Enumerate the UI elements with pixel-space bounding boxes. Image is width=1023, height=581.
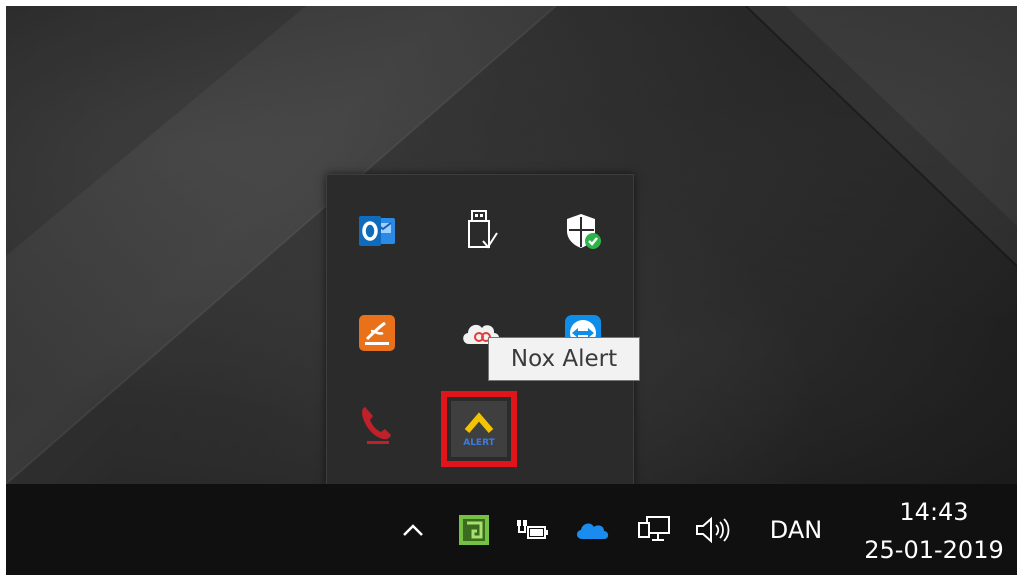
nox-alert-icon: ALERT [463,412,496,448]
taskbar: DAN 14:43 25-01-2019 [6,484,1017,575]
green-app-icon [459,514,489,545]
desktop-frame: ALERT Nox Alert DAN 14:43 25-01-2019 [6,6,1017,575]
chevron-up-icon [403,523,423,536]
volume-button[interactable] [690,484,736,575]
office-upload-icon [359,315,395,351]
windows-security-icon [567,214,601,249]
clock-time: 14:43 [899,498,969,526]
clock[interactable]: 14:43 25-01-2019 [856,494,1012,570]
phone-icon [362,407,391,444]
power-status-button[interactable] [512,484,552,575]
nox-alert-sublabel: ALERT [463,438,495,448]
outlook-icon [359,216,395,246]
tray-item-office-upload[interactable] [349,305,405,361]
show-hidden-icons-button[interactable] [396,484,430,575]
usb-eject-icon [468,210,498,249]
notification-area-overflow: ALERT [326,174,634,486]
tray-item-outlook[interactable] [349,203,405,259]
input-language-indicator[interactable]: DAN [758,484,834,575]
network-icon [638,515,670,541]
clock-date: 25-01-2019 [864,536,1004,564]
tooltip: Nox Alert [488,337,640,381]
onedrive-icon [576,522,609,539]
onedrive-button[interactable] [572,484,612,575]
network-button[interactable] [634,484,674,575]
tray-item-usb-eject[interactable] [453,203,509,259]
tray-item-windows-security[interactable] [555,203,611,259]
tray-item-phone[interactable] [349,397,405,453]
volume-icon [696,516,730,543]
battery-plug-icon [517,519,548,539]
tray-item-nox-alert[interactable]: ALERT [441,391,517,467]
tray-item-green-app[interactable] [454,484,494,575]
